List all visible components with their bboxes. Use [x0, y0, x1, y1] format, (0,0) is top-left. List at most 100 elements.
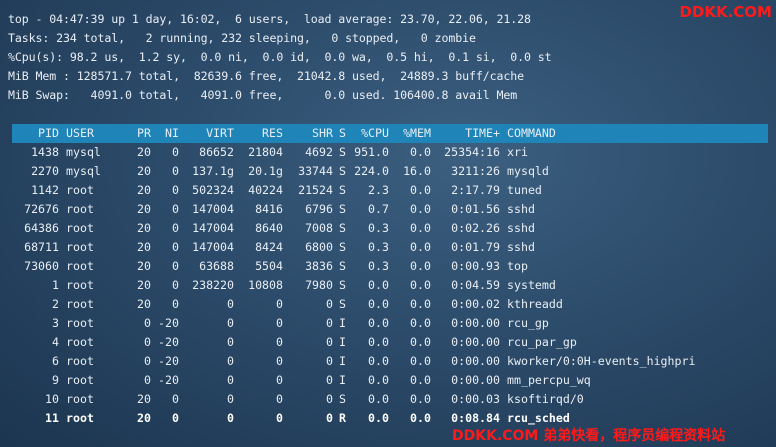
process-cell-s: S — [339, 164, 346, 178]
process-cell-mem: 0.0 — [410, 373, 431, 387]
process-cell-shr: 7008 — [305, 221, 333, 235]
process-row[interactable]: 72676 root 20 0 147004 8416 6796 S 0.7 0.0 0:01.56… — [12, 200, 768, 219]
column-header-pid: PID — [38, 126, 59, 140]
process-row[interactable]: 1142 root 20 0 502324 40224 21524 S 2.3 0.0 2:17.7… — [12, 181, 768, 200]
process-cell-virt: 86652 — [199, 145, 234, 159]
process-cell-res: 0 — [276, 316, 283, 330]
process-cell-res: 5504 — [255, 259, 283, 273]
process-row[interactable]: 2 root 20 0 0 0 0 S 0.0 0.0 0:00.02 kthreadd — [12, 295, 768, 314]
process-cell-pid: 73060 — [24, 259, 59, 273]
process-row[interactable]: 1438 mysql 20 0 86652 21804 4692 S 951.0 0.0 25354… — [12, 143, 768, 162]
process-cell-time: 0:01.79 — [451, 240, 500, 254]
process-cell-s: S — [339, 392, 346, 406]
process-cell-user: root — [66, 392, 94, 406]
process-cell-res: 21804 — [248, 145, 283, 159]
process-cell-time: 0:00.02 — [451, 297, 500, 311]
summary-mem-line: MiB Mem : 128571.7 total, 82639.6 free, … — [8, 69, 525, 83]
process-cell-command: top — [507, 259, 528, 273]
process-cell-command: sshd — [507, 240, 535, 254]
summary-cpu-line: %Cpu(s): 98.2 us, 1.2 sy, 0.0 ni, 0.0 id… — [8, 50, 552, 64]
watermark-top: DDKK.COM — [679, 3, 772, 21]
process-cell-res: 8640 — [255, 221, 283, 235]
process-cell-user: root — [66, 202, 94, 216]
process-cell-cpu: 0.3 — [368, 259, 389, 273]
process-cell-res: 8424 — [255, 240, 283, 254]
column-header-user: USER — [66, 126, 94, 140]
process-cell-pr: 20 — [137, 278, 151, 292]
column-header-ni: NI — [165, 126, 179, 140]
process-cell-command: rcu_gp — [507, 316, 549, 330]
process-cell-ni: -20 — [158, 354, 179, 368]
column-header-res: RES — [262, 126, 283, 140]
process-cell-cpu: 2.3 — [368, 183, 389, 197]
process-cell-s: S — [339, 278, 346, 292]
process-cell-res: 0 — [276, 392, 283, 406]
process-cell-res: 8416 — [255, 202, 283, 216]
process-cell-cpu: 0.0 — [368, 316, 389, 330]
process-row[interactable]: 3 root 0 -20 0 0 0 I 0.0 0.0 0:00.00 rcu_gp — [12, 314, 768, 333]
process-cell-s: R — [339, 411, 346, 425]
process-row[interactable]: 10 root 20 0 0 0 0 S 0.0 0.0 0:00.03 ksoftirqd/0 — [12, 390, 768, 409]
process-cell-cpu: 0.0 — [368, 278, 389, 292]
process-cell-shr: 0 — [326, 354, 333, 368]
process-cell-s: S — [339, 183, 346, 197]
process-row[interactable]: 2270 mysql 20 0 137.1g 20.1g 33744 S 224.0 16.0 32… — [12, 162, 768, 181]
process-row[interactable]: 9 root 0 -20 0 0 0 I 0.0 0.0 0:00.00 mm_percpu_wq — [12, 371, 768, 390]
process-cell-pid: 64386 — [24, 221, 59, 235]
process-cell-user: mysql — [66, 145, 101, 159]
process-cell-ni: 0 — [172, 278, 179, 292]
process-cell-time: 0:00.00 — [451, 373, 500, 387]
process-cell-time: 0:00.00 — [451, 335, 500, 349]
process-cell-command: sshd — [507, 202, 535, 216]
terminal-window[interactable]: top - 04:47:39 up 1 day, 16:02, 6 users,… — [0, 0, 776, 447]
process-cell-s: S — [339, 240, 346, 254]
process-cell-s: S — [339, 259, 346, 273]
process-row[interactable]: 6 root 0 -20 0 0 0 I 0.0 0.0 0:00.00 kworker/0:0H-e… — [12, 352, 768, 371]
summary-uptime-line: top - 04:47:39 up 1 day, 16:02, 6 users,… — [8, 12, 531, 26]
process-cell-user: root — [66, 221, 94, 235]
process-row[interactable]: 68711 root 20 0 147004 8424 6800 S 0.3 0.0 0:01.79… — [12, 238, 768, 257]
process-cell-user: root — [66, 335, 94, 349]
process-cell-virt: 137.1g — [192, 164, 234, 178]
process-cell-mem: 0.0 — [410, 411, 431, 425]
process-cell-res: 0 — [276, 354, 283, 368]
process-cell-cpu: 951.0 — [354, 145, 389, 159]
process-cell-shr: 21524 — [298, 183, 333, 197]
process-cell-pr: 20 — [137, 259, 151, 273]
process-cell-cpu: 0.0 — [368, 297, 389, 311]
process-cell-pid: 1438 — [31, 145, 59, 159]
process-cell-s: I — [339, 354, 346, 368]
column-header-time: TIME+ — [465, 126, 500, 140]
process-row[interactable]: 4 root 0 -20 0 0 0 I 0.0 0.0 0:00.00 rcu_par_gp — [12, 333, 768, 352]
column-header-pr: PR — [137, 126, 151, 140]
process-cell-time: 0:00.93 — [451, 259, 500, 273]
process-cell-shr: 0 — [326, 411, 333, 425]
process-cell-pr: 20 — [137, 145, 151, 159]
process-cell-ni: 0 — [172, 240, 179, 254]
process-cell-ni: 0 — [172, 392, 179, 406]
process-cell-shr: 6800 — [305, 240, 333, 254]
process-cell-pr: 20 — [137, 392, 151, 406]
process-cell-mem: 0.0 — [410, 278, 431, 292]
process-cell-mem: 0.0 — [410, 297, 431, 311]
process-cell-cpu: 0.0 — [368, 392, 389, 406]
process-cell-ni: 0 — [172, 183, 179, 197]
process-cell-command: mysqld — [507, 164, 549, 178]
process-table-header: PID USER PR NI VIRT RES SHR S %CPU %MEM … — [12, 124, 768, 143]
process-row[interactable]: 64386 root 20 0 147004 8640 7008 S 0.3 0.0 0:02.26… — [12, 219, 768, 238]
process-cell-pr: 0 — [144, 335, 151, 349]
process-cell-virt: 63688 — [199, 259, 234, 273]
process-cell-pid: 2 — [52, 297, 59, 311]
process-cell-user: root — [66, 297, 94, 311]
process-row[interactable]: 1 root 20 0 238220 10808 7980 S 0.0 0.0 0:04.59 sys… — [12, 276, 768, 295]
process-cell-shr: 0 — [326, 297, 333, 311]
process-cell-mem: 0.0 — [410, 221, 431, 235]
process-row[interactable]: 73060 root 20 0 63688 5504 3836 S 0.3 0.0 0:00.93 t… — [12, 257, 768, 276]
process-cell-cpu: 0.3 — [368, 240, 389, 254]
process-cell-shr: 0 — [326, 316, 333, 330]
process-cell-command: tuned — [507, 183, 542, 197]
process-cell-virt: 0 — [227, 335, 234, 349]
process-cell-s: S — [339, 145, 346, 159]
process-cell-mem: 0.0 — [410, 145, 431, 159]
summary-swap-line: MiB Swap: 4091.0 total, 4091.0 free, 0.0… — [8, 88, 518, 102]
